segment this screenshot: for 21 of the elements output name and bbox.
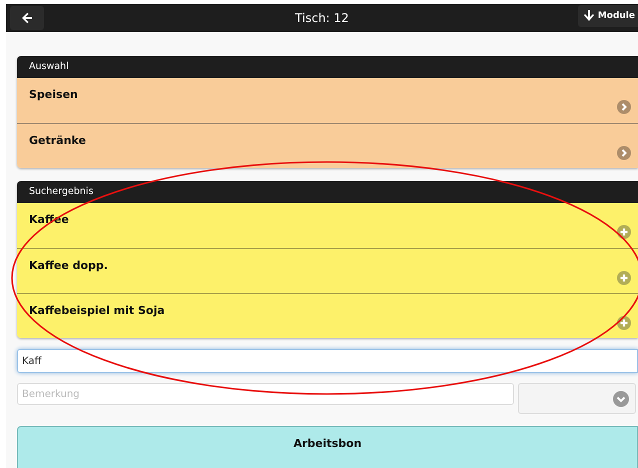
plus-icon [617,316,631,330]
window-title: Tisch: 12 [295,11,349,25]
category-item[interactable]: Getränke [17,123,638,168]
down-arrow-icon [584,10,594,22]
category-item[interactable]: Speisen [17,78,638,123]
result-item[interactable]: Kaffee dopp. [17,248,638,293]
plus-icon [617,271,631,285]
remark-field[interactable]: Bemerkung [17,383,514,405]
panel-header: Auswahl [17,56,638,78]
dropdown[interactable] [518,383,636,414]
chevron-right-icon [617,146,631,160]
search-field[interactable]: Kaff [17,349,638,373]
back-button[interactable] [10,6,44,30]
submit-button[interactable]: Arbeitsbon [17,426,638,468]
chevron-right-icon [617,100,631,114]
result-item[interactable]: Kaffebeispiel mit Soja [17,293,638,338]
back-arrow-icon [21,12,33,24]
panel-header: Suchergebnis [17,181,638,203]
plus-icon [617,225,631,239]
chevron-down-icon [613,390,629,406]
module-button[interactable]: Module [578,5,638,27]
